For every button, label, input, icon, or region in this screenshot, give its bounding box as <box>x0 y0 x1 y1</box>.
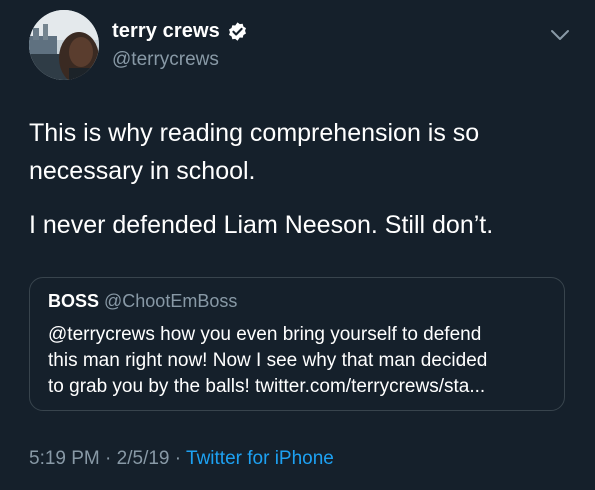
chevron-down-icon <box>551 30 569 40</box>
tweet-date[interactable]: 2/5/19 <box>117 448 170 469</box>
tweet-paragraph: I never defended Liam Neeson. Still don’… <box>29 211 494 239</box>
quoted-tweet-header: BOSS @ChootEmBoss <box>48 291 237 312</box>
display-name-row: terry crews <box>112 18 248 44</box>
quoted-tweet[interactable]: BOSS @ChootEmBoss @terrycrews how you eve… <box>29 277 565 411</box>
meta-separator: · <box>174 448 182 469</box>
display-name[interactable]: terry crews <box>112 20 220 43</box>
verified-badge-icon <box>227 21 248 42</box>
author-block[interactable]: terry crews @terrycrews <box>112 18 248 71</box>
quoted-display-name: BOSS <box>48 291 100 311</box>
tweet-meta: 5:19 PM · 2/5/19 · Twitter for iPhone <box>29 448 334 470</box>
quoted-tweet-line: this man right now! Now I see why that m… <box>48 350 488 371</box>
quoted-handle: @ChootEmBoss <box>104 291 238 311</box>
meta-separator: · <box>105 448 112 469</box>
quoted-tweet-line: to grab you by the balls! twitter.com/te… <box>48 376 486 397</box>
tweet-source-link[interactable]: Twitter for iPhone <box>186 448 334 469</box>
quoted-tweet-line: @terrycrews how you even bring yourself … <box>48 324 482 345</box>
tweet-menu-button[interactable] <box>548 26 572 44</box>
avatar[interactable] <box>29 10 99 80</box>
tweet-time[interactable]: 5:19 PM <box>29 448 100 469</box>
tweet-detail: terry crews @terrycrews This is why read… <box>0 0 595 490</box>
author-handle[interactable]: @terrycrews <box>112 49 248 71</box>
avatar-photo <box>29 10 99 80</box>
quoted-tweet-text: @terrycrews how you even bring yourself … <box>48 322 553 400</box>
tweet-text: This is why reading comprehension is so … <box>29 114 569 244</box>
tweet-paragraph: This is why reading comprehension is so … <box>29 119 480 185</box>
